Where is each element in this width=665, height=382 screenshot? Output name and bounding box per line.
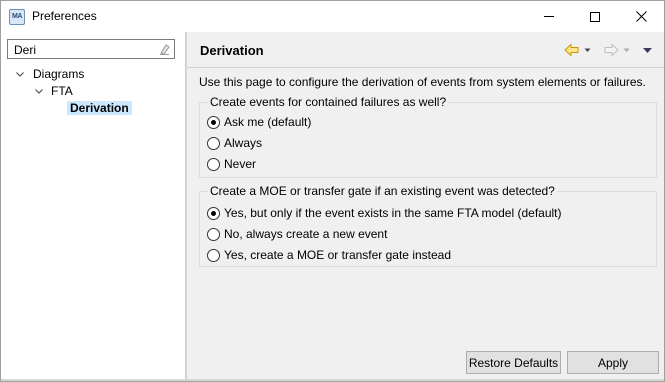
app-icon: MA xyxy=(9,9,25,25)
forward-dropdown-icon[interactable] xyxy=(622,43,631,57)
radio-button[interactable] xyxy=(207,157,220,171)
back-dropdown-icon[interactable] xyxy=(583,43,592,57)
group-label: Create events for contained failures as … xyxy=(208,95,449,109)
radio-ask-me[interactable]: Ask me (default) xyxy=(207,114,311,130)
apply-button[interactable]: Apply xyxy=(567,351,659,374)
radio-button[interactable] xyxy=(207,115,220,129)
restore-defaults-button[interactable]: Restore Defaults xyxy=(466,351,561,374)
maximize-button[interactable] xyxy=(572,1,618,32)
page-description: Use this page to configure the derivatio… xyxy=(199,75,646,89)
close-button[interactable] xyxy=(618,1,664,32)
back-button[interactable] xyxy=(564,42,592,58)
radio-button[interactable] xyxy=(207,206,220,220)
contained-failures-group: Create events for contained failures as … xyxy=(199,95,657,178)
view-menu-button[interactable] xyxy=(642,42,653,58)
radio-label: Always xyxy=(224,136,263,150)
tree-item-label: Derivation xyxy=(67,101,132,115)
close-icon xyxy=(635,11,647,22)
radio-never[interactable]: Never xyxy=(207,156,256,172)
preference-page: Derivation Use this page to configure th… xyxy=(187,32,664,381)
group-label: Create a MOE or transfer gate if an exis… xyxy=(208,184,557,198)
existing-event-group: Create a MOE or transfer gate if an exis… xyxy=(199,184,657,267)
page-title: Derivation xyxy=(200,43,264,58)
radio-always[interactable]: Always xyxy=(207,135,262,151)
clear-filter-icon[interactable] xyxy=(157,42,171,56)
minimize-button[interactable] xyxy=(526,1,572,32)
title-bar: MA Preferences xyxy=(1,1,664,32)
bottom-border xyxy=(1,379,664,381)
filter-input[interactable]: Deri xyxy=(7,39,175,59)
radio-button[interactable] xyxy=(207,248,220,262)
radio-label: Never xyxy=(224,157,257,171)
back-arrow-icon xyxy=(564,43,579,57)
radio-yes-moe-gate[interactable]: Yes, create a MOE or transfer gate inste… xyxy=(207,247,451,263)
view-menu-icon xyxy=(643,48,652,53)
forward-arrow-icon xyxy=(604,43,619,57)
radio-no-new-event[interactable]: No, always create a new event xyxy=(207,226,387,242)
tree-item-label: FTA xyxy=(51,84,73,98)
radio-label: No, always create a new event xyxy=(224,227,388,241)
radio-yes-same-model[interactable]: Yes, but only if the event exists in the… xyxy=(207,205,562,221)
tree-item-derivation[interactable]: Derivation xyxy=(67,100,132,117)
window-title: Preferences xyxy=(32,9,97,23)
chevron-down-icon[interactable] xyxy=(34,83,44,100)
maximize-icon xyxy=(590,11,600,22)
radio-button[interactable] xyxy=(207,227,220,241)
preferences-navigation: Deri Diagrams FTA Derivation xyxy=(1,32,185,381)
radio-label: Yes, create a MOE or transfer gate inste… xyxy=(224,248,452,262)
radio-button[interactable] xyxy=(207,136,220,150)
minimize-icon xyxy=(544,16,554,17)
preferences-window: MA Preferences Deri Diagrams FTA Derivat… xyxy=(0,0,665,382)
filter-value: Deri xyxy=(14,43,37,57)
tree-item-label: Diagrams xyxy=(33,67,85,81)
forward-button[interactable] xyxy=(603,42,631,58)
chevron-down-icon[interactable] xyxy=(15,66,25,83)
page-header: Derivation xyxy=(187,32,664,68)
radio-label: Ask me (default) xyxy=(224,115,312,129)
radio-label: Yes, but only if the event exists in the… xyxy=(224,206,562,220)
